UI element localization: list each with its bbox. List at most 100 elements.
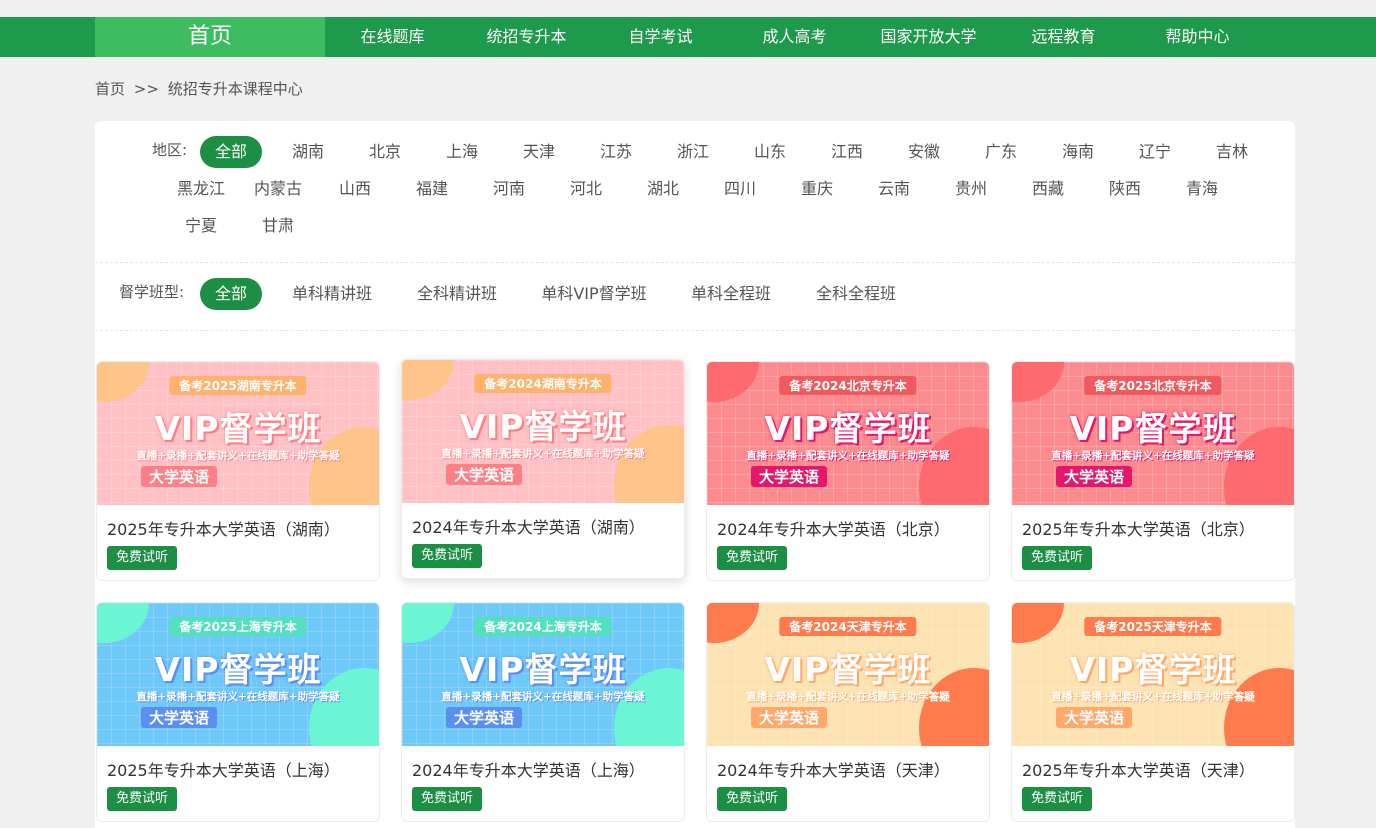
- region-chip[interactable]: 云南: [863, 173, 925, 205]
- banner-features: 直播+录播+配套讲义+在线题库+助学答疑: [1051, 691, 1255, 703]
- banner-features: 直播+录播+配套讲义+在线题库+助学答疑: [746, 691, 950, 703]
- banner-features: 直播+录播+配套讲义+在线题库+助学答疑: [136, 450, 340, 462]
- course-card[interactable]: 备考2025上海专升本 VIP督学班 直播+录播+配套讲义+在线题库+助学答疑 大学英…: [96, 602, 380, 822]
- region-chip[interactable]: 湖南: [277, 136, 339, 168]
- banner-features: 直播+录播+配套讲义+在线题库+助学答疑: [136, 691, 340, 703]
- region-chip[interactable]: 山西: [324, 173, 386, 205]
- classtype-chip[interactable]: 单科全程班: [676, 278, 786, 310]
- region-chip[interactable]: 江苏: [585, 136, 647, 168]
- course-title[interactable]: 2024年专升本大学英语（天津）: [717, 757, 950, 781]
- course-card[interactable]: 备考2025湖南专升本 VIP督学班 直播+录播+配套讲义+在线题库+助学答疑 大学英…: [96, 361, 380, 581]
- banner-subject: 大学英语: [141, 466, 218, 487]
- free-trial-button[interactable]: 免费试听: [107, 546, 178, 570]
- course-banner[interactable]: 备考2024北京专升本 VIP督学班 直播+录播+配套讲义+在线题库+助学答疑 大学英…: [707, 362, 989, 505]
- course-title[interactable]: 2025年专升本大学英语（北京）: [1022, 516, 1255, 540]
- nav-item-help-center[interactable]: 帮助中心: [1135, 17, 1260, 57]
- region-chip[interactable]: 湖北: [632, 173, 694, 205]
- classtype-chip[interactable]: 全科精讲班: [402, 278, 512, 310]
- banner-exam-tag: 备考2025湖南专升本: [169, 376, 307, 395]
- filter-divider: [95, 262, 1295, 263]
- nav-item-distance-education[interactable]: 远程教育: [1001, 17, 1126, 57]
- banner-vip-title: VIP督学班: [1069, 650, 1237, 689]
- region-chip[interactable]: 全部: [200, 136, 262, 168]
- classtype-chip[interactable]: 全部: [200, 278, 262, 310]
- free-trial-button[interactable]: 免费试听: [412, 787, 483, 811]
- breadcrumb-home[interactable]: 首页: [95, 80, 125, 98]
- banner-exam-tag: 备考2025上海专升本: [169, 617, 307, 636]
- free-trial-button[interactable]: 免费试听: [107, 787, 178, 811]
- region-chip[interactable]: 天津: [508, 136, 570, 168]
- course-banner[interactable]: 备考2024湖南专升本 VIP督学班 直播+录播+配套讲义+在线题库+助学答疑 大学英…: [402, 360, 684, 503]
- classtype-chip[interactable]: 单科VIP督学班: [526, 278, 662, 310]
- region-chip[interactable]: 河南: [478, 173, 540, 205]
- nav-item-online-questions[interactable]: 在线题库: [330, 17, 455, 57]
- region-chip[interactable]: 西藏: [1017, 173, 1079, 205]
- course-banner[interactable]: 备考2025天津专升本 VIP督学班直播+录播+配套讲义+在线题库+助学答疑大学英…: [1012, 603, 1294, 746]
- banner-vip-title: VIP督学班: [1069, 409, 1237, 448]
- region-chip[interactable]: 辽宁: [1124, 136, 1186, 168]
- classtype-chip[interactable]: 单科精讲班: [277, 278, 387, 310]
- region-chip[interactable]: 吉林: [1201, 136, 1263, 168]
- region-filter-label: 地区:: [152, 141, 188, 159]
- banner-exam-tag: 备考2024湖南专升本: [474, 374, 612, 393]
- banner-vip-title: VIP督学班: [459, 650, 627, 689]
- region-chip[interactable]: 黑龙江: [170, 173, 232, 205]
- region-chip[interactable]: 内蒙古: [247, 173, 309, 205]
- classtype-chip[interactable]: 全科全程班: [801, 278, 911, 310]
- banner-subject: 大学英语: [446, 707, 523, 728]
- nav-item-adult-exam[interactable]: 成人高考: [732, 17, 857, 57]
- free-trial-button[interactable]: 免费试听: [412, 544, 483, 568]
- region-chip[interactable]: 广东: [970, 136, 1032, 168]
- region-chip[interactable]: 上海: [431, 136, 493, 168]
- course-banner[interactable]: 备考2025湖南专升本 VIP督学班 直播+录播+配套讲义+在线题库+助学答疑 大学英…: [97, 362, 379, 505]
- course-card[interactable]: 备考2024北京专升本 VIP督学班 直播+录播+配套讲义+在线题库+助学答疑 大学英…: [706, 361, 990, 581]
- course-card[interactable]: 备考2024上海专升本 VIP督学班 直播+录播+配套讲义+在线题库+助学答疑 大学英…: [401, 602, 685, 822]
- region-chip[interactable]: 宁夏: [170, 210, 232, 242]
- banner-exam-tag: 备考2024上海专升本: [474, 617, 612, 636]
- banner-subject: 大学英语: [1056, 707, 1133, 728]
- course-title[interactable]: 2024年专升本大学英语（上海）: [412, 757, 645, 781]
- course-title[interactable]: 2024年专升本大学英语（北京）: [717, 516, 950, 540]
- region-chip[interactable]: 青海: [1171, 173, 1233, 205]
- nav-home[interactable]: 首页: [95, 17, 325, 57]
- course-banner[interactable]: 备考2024天津专升本 VIP督学班 直播+录播+配套讲义+在线题库+助学答疑 大学英…: [707, 603, 989, 746]
- banner-features: 直播+录播+配套讲义+在线题库+助学答疑: [1051, 450, 1255, 462]
- nav-item-self-study-exam[interactable]: 自学考试: [598, 17, 723, 57]
- banner-vip-title: VIP督学班: [459, 407, 627, 446]
- course-banner[interactable]: 备考2025上海专升本 VIP督学班 直播+录播+配套讲义+在线题库+助学答疑 大学英…: [97, 603, 379, 746]
- banner-exam-tag: 备考2024天津专升本: [779, 617, 917, 636]
- course-card[interactable]: 备考2024天津专升本 VIP督学班 直播+录播+配套讲义+在线题库+助学答疑 大学英…: [706, 602, 990, 822]
- course-title[interactable]: 2024年专升本大学英语（湖南）: [412, 514, 645, 538]
- region-chip[interactable]: 福建: [401, 173, 463, 205]
- course-banner[interactable]: 备考2025北京专升本 VIP督学班 直播+录播+配套讲义+在线题库+助学答疑 大学英…: [1012, 362, 1294, 505]
- free-trial-button[interactable]: 免费试听: [1022, 787, 1093, 811]
- region-chip[interactable]: 河北: [555, 173, 617, 205]
- nav-item-zhuanshengben[interactable]: 统招专升本: [464, 17, 589, 57]
- nav-item-open-university[interactable]: 国家开放大学: [866, 17, 991, 57]
- free-trial-button[interactable]: 免费试听: [717, 546, 788, 570]
- course-card[interactable]: 备考2025天津专升本 VIP督学班直播+录播+配套讲义+在线题库+助学答疑大学英…: [1011, 602, 1295, 822]
- course-title[interactable]: 2025年专升本大学英语（上海）: [107, 757, 340, 781]
- free-trial-button[interactable]: 免费试听: [1022, 546, 1093, 570]
- course-card[interactable]: 备考2024湖南专升本 VIP督学班 直播+录播+配套讲义+在线题库+助学答疑 大学英…: [401, 359, 685, 579]
- region-chip[interactable]: 海南: [1047, 136, 1109, 168]
- region-chip[interactable]: 甘肃: [247, 210, 309, 242]
- region-chip[interactable]: 北京: [354, 136, 416, 168]
- free-trial-button[interactable]: 免费试听: [717, 787, 788, 811]
- course-card[interactable]: 备考2025北京专升本 VIP督学班 直播+录播+配套讲义+在线题库+助学答疑 大学英…: [1011, 361, 1295, 581]
- course-banner[interactable]: 备考2024上海专升本 VIP督学班 直播+录播+配套讲义+在线题库+助学答疑 大学英…: [402, 603, 684, 746]
- region-chip[interactable]: 浙江: [662, 136, 724, 168]
- filter-divider: [95, 330, 1295, 331]
- course-title[interactable]: 2025年专升本大学英语（湖南）: [107, 516, 340, 540]
- region-chip[interactable]: 安徽: [893, 136, 955, 168]
- region-chip[interactable]: 陕西: [1094, 173, 1156, 205]
- region-chip[interactable]: 重庆: [786, 173, 848, 205]
- course-title[interactable]: 2025年专升本大学英语（天津）: [1022, 757, 1255, 781]
- region-chip[interactable]: 山东: [739, 136, 801, 168]
- top-nav: 首页 在线题库 统招专升本 自学考试 成人高考 国家开放大学 远程教育 帮助中心: [0, 17, 1376, 57]
- region-chip[interactable]: 四川: [709, 173, 771, 205]
- breadcrumb-current: 统招专升本课程中心: [167, 80, 303, 98]
- banner-exam-tag: 备考2025天津专升本: [1084, 617, 1222, 636]
- region-chip[interactable]: 贵州: [940, 173, 1002, 205]
- region-chip[interactable]: 江西: [816, 136, 878, 168]
